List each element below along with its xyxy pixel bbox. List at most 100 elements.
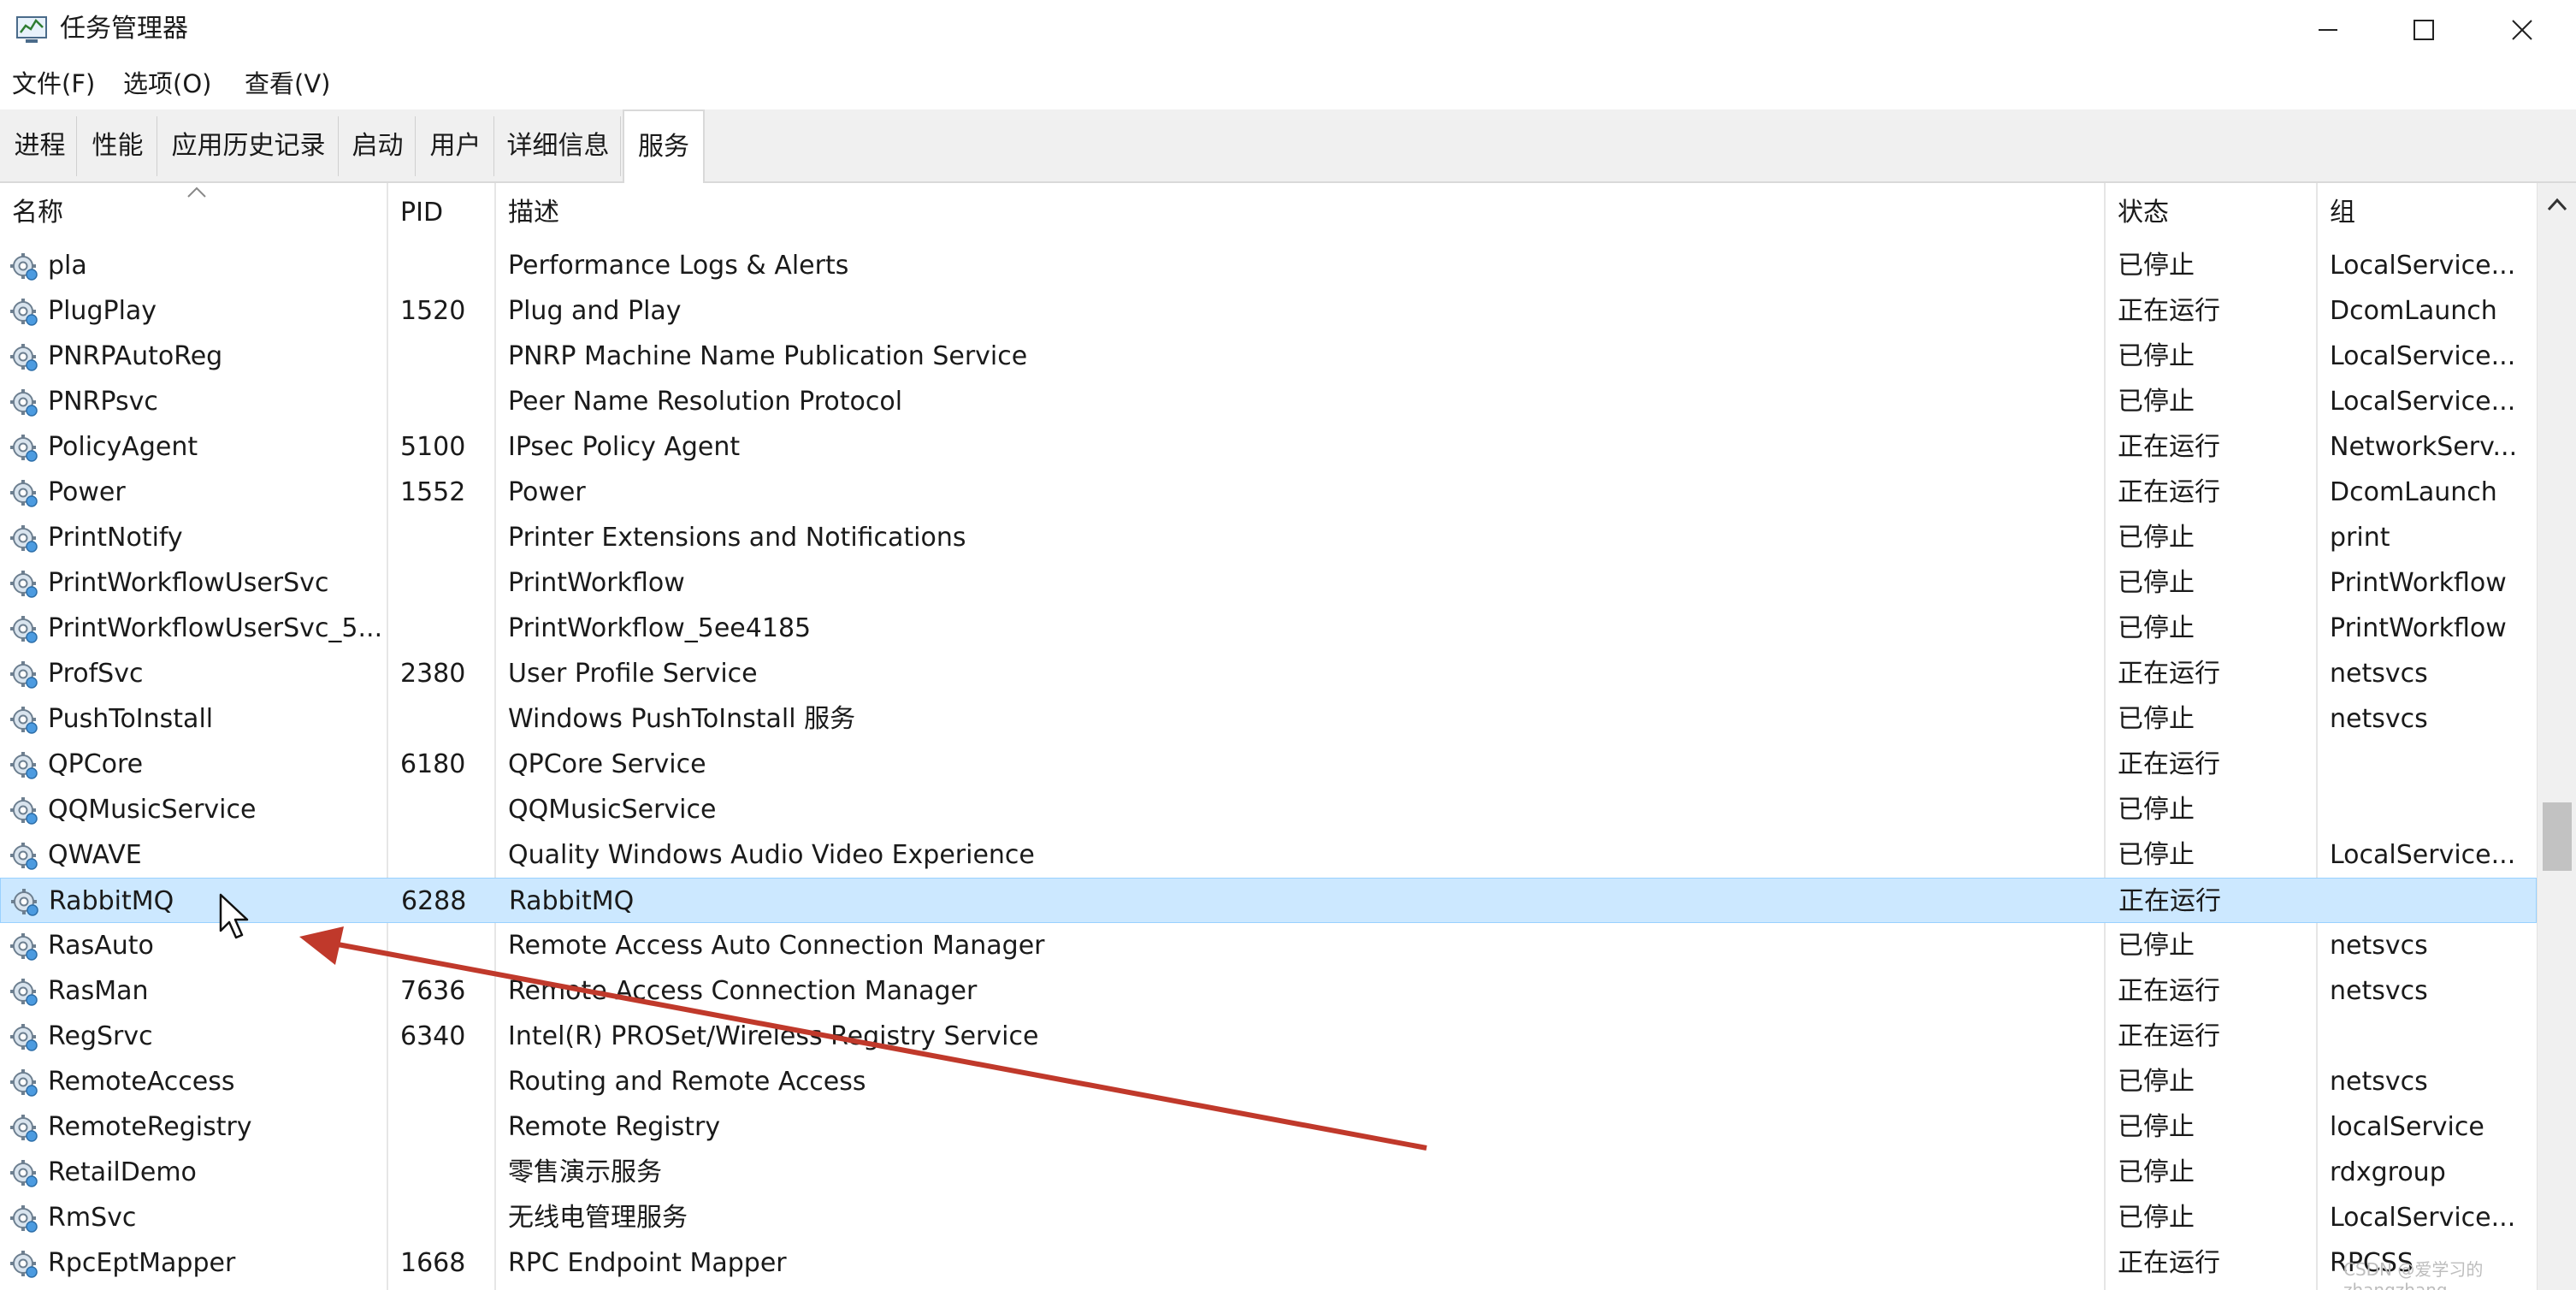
services-table: 名称 PID 描述 状态 组 pla Performance Logs & Ale… (0, 183, 2540, 1290)
scroll-up-icon[interactable] (2546, 197, 2568, 212)
cell-description: 零售演示服务 (508, 1157, 662, 1187)
cell-group: DcomLaunch (2330, 477, 2497, 507)
table-row[interactable]: RegSrvc 6340 Intel(R) PROSet/Wireless Regi… (0, 1014, 2537, 1059)
cell-pid (400, 787, 491, 832)
scrollbar-thumb[interactable] (2543, 802, 2572, 871)
cell-name: RemoteAccess (48, 1067, 235, 1097)
menu-bar: 文件(F) 选项(O) 查看(V) (0, 63, 2576, 106)
table-row[interactable]: PolicyAgent 5100 IPsec Policy Agent 正在运行 Net… (0, 424, 2537, 470)
table-row[interactable]: RmSvc 无线电管理服务 已停止 LocalService... (0, 1195, 2537, 1240)
tab-services[interactable]: 服务 (623, 109, 705, 185)
cell-name: QQMusicService (48, 795, 257, 825)
tab-processes[interactable]: 进程 (3, 116, 77, 176)
cell-description: IPsec Policy Agent (508, 432, 741, 462)
table-row[interactable]: RabbitMQ 6288 RabbitMQ 正在运行 (0, 878, 2537, 923)
cell-status: 已停止 (2118, 613, 2195, 643)
table-row[interactable]: PrintNotify Printer Extensions and Notifi… (0, 515, 2537, 560)
cell-status: 已停止 (2118, 341, 2195, 371)
service-gear-icon (11, 889, 38, 916)
service-gear-icon (10, 979, 38, 1006)
table-row[interactable]: QWAVE Quality Windows Audio Video Experie… (0, 832, 2537, 878)
table-row[interactable]: PushToInstall Windows PushToInstall 服务 已停止… (0, 696, 2537, 742)
tab-users[interactable]: 用户 (417, 116, 494, 176)
table-row[interactable]: RemoteAccess Routing and Remote Access 已停止… (0, 1059, 2537, 1104)
table-row[interactable]: RasAuto Remote Access Auto Connection Man… (0, 923, 2537, 968)
service-gear-icon (10, 435, 38, 462)
cell-status: 已停止 (2118, 1112, 2195, 1142)
menu-options[interactable]: 选项(O) (123, 67, 211, 101)
service-gear-icon (10, 1205, 38, 1233)
cell-pid: 6340 (400, 1021, 466, 1051)
cell-name: PNRPsvc (48, 387, 158, 417)
cell-status: 已停止 (2118, 568, 2195, 598)
cell-description: Remote Access Auto Connection Manager (508, 931, 1045, 961)
cell-status: 正在运行 (2118, 886, 2221, 916)
table-row[interactable]: pla Performance Logs & Alerts 已停止 LocalServ… (0, 243, 2537, 288)
tab-details[interactable]: 详细信息 (496, 116, 621, 176)
minimize-icon (2319, 29, 2337, 31)
minimize-button[interactable] (2280, 0, 2376, 60)
table-row[interactable]: PlugPlay 1520 Plug and Play 正在运行 DcomLaunch (0, 288, 2537, 334)
cell-pid: 1520 (400, 296, 466, 326)
table-row[interactable]: PrintWorkflowUserSvc PrintWorkflow 已停止 Prin… (0, 560, 2537, 606)
column-header-description[interactable]: 描述 (496, 183, 2104, 243)
column-header-group[interactable]: 组 (2318, 183, 2537, 243)
table-row[interactable]: QQMusicService QQMusicService 已停止 (0, 787, 2537, 832)
column-header-name[interactable]: 名称 (0, 183, 387, 243)
table-row[interactable]: PrintWorkflowUserSvc_5... PrintWorkflow_5… (0, 606, 2537, 651)
cell-group: localService (2330, 1112, 2484, 1142)
menu-file[interactable]: 文件(F) (12, 67, 95, 101)
table-row[interactable]: RemoteRegistry Remote Registry 已停止 localSer… (0, 1104, 2537, 1150)
table-row[interactable]: RpcEptMapper 1668 RPC Endpoint Mapper 正在运行 R… (0, 1240, 2537, 1286)
cell-group: netsvcs (2330, 1067, 2428, 1097)
tab-performance[interactable]: 性能 (79, 116, 157, 176)
close-button[interactable] (2474, 0, 2570, 60)
task-manager-icon (16, 16, 47, 43)
cell-name: RmSvc (48, 1203, 137, 1233)
cell-status: 正在运行 (2118, 296, 2220, 326)
cell-status: 正在运行 (2118, 1248, 2220, 1278)
cell-group: NetworkServ... (2330, 432, 2518, 462)
cell-group: LocalService... (2330, 1203, 2516, 1233)
cell-group: LocalService... (2330, 387, 2516, 417)
cell-name: RemoteRegistry (48, 1112, 252, 1142)
service-gear-icon (10, 616, 38, 643)
cell-pid (400, 606, 491, 651)
cell-description: QPCore Service (508, 749, 706, 779)
cell-pid: 1668 (400, 1248, 466, 1278)
table-row[interactable]: RetailDemo 零售演示服务 已停止 rdxgroup (0, 1150, 2537, 1195)
cell-group: print (2330, 523, 2390, 553)
service-gear-icon (10, 752, 38, 779)
cell-pid: 5100 (400, 432, 466, 462)
cell-pid: 2380 (400, 659, 466, 689)
column-header-status[interactable]: 状态 (2106, 183, 2316, 243)
cell-status: 正在运行 (2118, 1021, 2220, 1051)
cell-name: QWAVE (48, 840, 142, 870)
table-row[interactable]: PNRPsvc Peer Name Resolution Protocol 已停止 L… (0, 379, 2537, 424)
table-row[interactable]: Power 1552 Power 正在运行 DcomLaunch (0, 470, 2537, 515)
service-gear-icon (10, 933, 38, 961)
cell-name: RegSrvc (48, 1021, 153, 1051)
cell-name: RasAuto (48, 931, 154, 961)
cell-pid (400, 1104, 491, 1150)
table-row[interactable]: RasMan 7636 Remote Access Connection Manag… (0, 968, 2537, 1014)
cell-status: 已停止 (2118, 840, 2195, 870)
menu-view[interactable]: 查看(V) (245, 67, 330, 101)
tab-app-history[interactable]: 应用历史记录 (159, 116, 339, 176)
tab-startup[interactable]: 启动 (340, 116, 416, 176)
cell-status: 已停止 (2118, 1067, 2195, 1097)
cell-description: Remote Registry (508, 1112, 721, 1142)
vertical-scrollbar[interactable] (2537, 183, 2576, 1290)
cell-description: Quality Windows Audio Video Experience (508, 840, 1035, 870)
cell-group: LocalService... (2330, 251, 2516, 281)
column-header-pid[interactable]: PID (388, 183, 494, 243)
cell-name: RpcEptMapper (48, 1248, 236, 1278)
cell-status: 正在运行 (2118, 477, 2220, 507)
table-row[interactable]: QPCore 6180 QPCore Service 正在运行 (0, 742, 2537, 787)
table-row[interactable]: ProfSvc 2380 User Profile Service 正在运行 netsv… (0, 651, 2537, 696)
maximize-button[interactable] (2376, 0, 2472, 60)
cell-description: PrintWorkflow (508, 568, 685, 598)
cell-description: Routing and Remote Access (508, 1067, 866, 1097)
table-row[interactable]: PNRPAutoReg PNRP Machine Name Publication… (0, 334, 2537, 379)
cell-name: RetailDemo (48, 1157, 197, 1187)
